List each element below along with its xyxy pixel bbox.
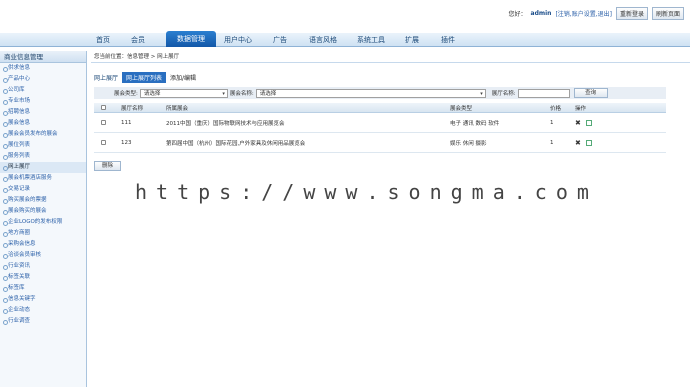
nav-data-management[interactable]: 数据管理 [166, 31, 216, 47]
edit-icon[interactable] [585, 119, 592, 126]
sidebar-item[interactable]: 标签关联 [0, 272, 86, 283]
row-price: 1 [550, 139, 554, 146]
watermark: https://www.songma.com [135, 180, 598, 204]
row-actions: ✖ [575, 113, 592, 132]
col-expo: 所属展会 [166, 105, 189, 112]
sidebar-item[interactable]: 洽谈会员审核 [0, 250, 86, 261]
query-button[interactable]: 查询 [573, 88, 608, 98]
breadcrumb: 您当前位置：信息管理 > 网上展厅 [91, 51, 690, 63]
sidebar-item[interactable]: 展位列表 [0, 140, 86, 151]
sidebar-item[interactable]: 供求信息 [0, 63, 86, 74]
col-actions: 操作 [575, 105, 587, 112]
main-content: 您当前位置：信息管理 > 网上展厅 网上展厅 网上展厅列表 添加/编辑 展会类型… [91, 51, 690, 387]
row-hall-id: 123 [121, 139, 132, 146]
sidebar-item[interactable]: 交易记录 [0, 184, 86, 195]
sidebar-item[interactable]: 服务列表 [0, 151, 86, 162]
row-checkbox[interactable] [101, 133, 106, 152]
sidebar-item[interactable]: 专业市场 [0, 96, 86, 107]
nav-ads[interactable]: 广告 [273, 35, 287, 45]
main-nav: 首页 会员 数据管理 用户中心 广告 语言风格 系统工具 扩展 插件 [0, 31, 690, 47]
table-row: 111 2011中国（重庆）国际物联网技术与应用展览会 电子 通讯 数码 软件 1 ✖ [94, 113, 666, 133]
sidebar-item[interactable]: 展会购买的展会 [0, 206, 86, 217]
sidebar-item[interactable]: 企业LOGO的发布权限 [0, 217, 86, 228]
sidebar-item[interactable]: 企业动态 [0, 305, 86, 316]
sidebar-item[interactable]: 行业调查 [0, 316, 86, 327]
user-bar: 您好： admin [注销,账户设置,退出] 重新登录 刷新页面 [509, 7, 684, 20]
row-expo: 第四届中国（杭州）国际花园,户外家具及休闲用品展览会 [166, 140, 306, 147]
row-hall-id: 111 [121, 119, 132, 126]
nav-system-tools[interactable]: 系统工具 [357, 35, 385, 45]
sidebar-item[interactable]: 地方商圈 [0, 228, 86, 239]
col-expo-type: 展会类型 [450, 105, 473, 112]
sidebar-item[interactable]: 购买展会的票据 [0, 195, 86, 206]
nav-language-style[interactable]: 语言风格 [309, 35, 337, 45]
row-expo-type: 娱乐 休闲 摄影 [450, 140, 487, 147]
sidebar-item[interactable]: 网上展厅 [0, 162, 86, 173]
nav-extensions[interactable]: 扩展 [405, 35, 419, 45]
table-row: 123 第四届中国（杭州）国际花园,户外家具及休闲用品展览会 娱乐 休闲 摄影 1 ✖ [94, 133, 666, 153]
hall-table: 展厅名称 所属展会 展会类型 价格 操作 111 2011中国（重庆）国际物联网技… [94, 103, 666, 153]
row-expo: 2011中国（重庆）国际物联网技术与应用展览会 [166, 120, 285, 127]
table-header: 展厅名称 所属展会 展会类型 价格 操作 [94, 103, 666, 113]
hall-name-input[interactable] [517, 88, 570, 98]
filter-bar: 展会类型: 请选择 展会名称: 请选择 展厅名称: 查询 [94, 87, 666, 99]
user-links[interactable]: [注销,账户设置,退出] [555, 9, 612, 18]
tab-online-hall[interactable]: 网上展厅 [94, 73, 118, 82]
welcome-text: 您好： [508, 11, 527, 18]
relogin-button[interactable]: 重新登录 [615, 7, 648, 20]
row-price: 1 [550, 119, 554, 126]
expo-type-label: 展会类型: [114, 91, 138, 97]
row-expo-type: 电子 通讯 数码 软件 [450, 120, 500, 127]
sidebar-item[interactable]: 产品中心 [0, 74, 86, 85]
nav-members[interactable]: 会员 [131, 35, 145, 45]
top-header: 您好： admin [注销,账户设置,退出] 重新登录 刷新页面 首页 会员 数… [0, 0, 690, 47]
nav-user-center[interactable]: 用户中心 [224, 35, 252, 45]
sidebar-item[interactable]: 展会会员发布的展会 [0, 129, 86, 140]
expo-name-select[interactable]: 请选择 [255, 88, 486, 98]
tab-bar: 网上展厅 网上展厅列表 添加/编辑 [94, 71, 196, 83]
refresh-button[interactable]: 刷新页面 [651, 7, 684, 20]
sidebar-item[interactable]: 采购会信息 [0, 239, 86, 250]
select-all-checkbox[interactable] [101, 103, 106, 112]
tab-hall-list[interactable]: 网上展厅列表 [122, 71, 167, 83]
nav-plugins[interactable]: 插件 [441, 35, 455, 45]
edit-icon[interactable] [585, 139, 592, 146]
sidebar-item[interactable]: 展会信息 [0, 118, 86, 129]
col-price: 价格 [550, 105, 562, 112]
delete-icon[interactable]: ✖ [575, 139, 581, 147]
sidebar: 商业信息管理 供求信息 产品中心 公司库 专业市场 招聘信息 展会信息 展会会员发布的展会展… [0, 51, 87, 387]
sidebar-item[interactable]: 公司库 [0, 85, 86, 96]
sidebar-item[interactable]: 行业资讯 [0, 261, 86, 272]
row-checkbox[interactable] [101, 113, 106, 132]
username: admin [530, 10, 552, 17]
sidebar-item[interactable]: 招聘信息 [0, 107, 86, 118]
col-hall-name: 展厅名称 [121, 105, 144, 112]
sidebar-title: 商业信息管理 [0, 51, 86, 63]
tab-add-edit[interactable]: 添加/编辑 [170, 73, 196, 82]
delete-icon[interactable]: ✖ [575, 119, 581, 127]
sidebar-item[interactable]: 标签库 [0, 283, 86, 294]
row-actions: ✖ [575, 133, 592, 152]
delete-button[interactable]: 删除 [94, 161, 121, 171]
sidebar-item[interactable]: 信息关键字 [0, 294, 86, 305]
hall-name-label: 展厅名称: [491, 91, 516, 97]
sidebar-item[interactable]: 展会机票酒店服务 [0, 173, 86, 184]
expo-name-label: 展会名称: [229, 91, 254, 97]
expo-type-select[interactable]: 请选择 [139, 88, 228, 98]
nav-home[interactable]: 首页 [96, 35, 110, 45]
